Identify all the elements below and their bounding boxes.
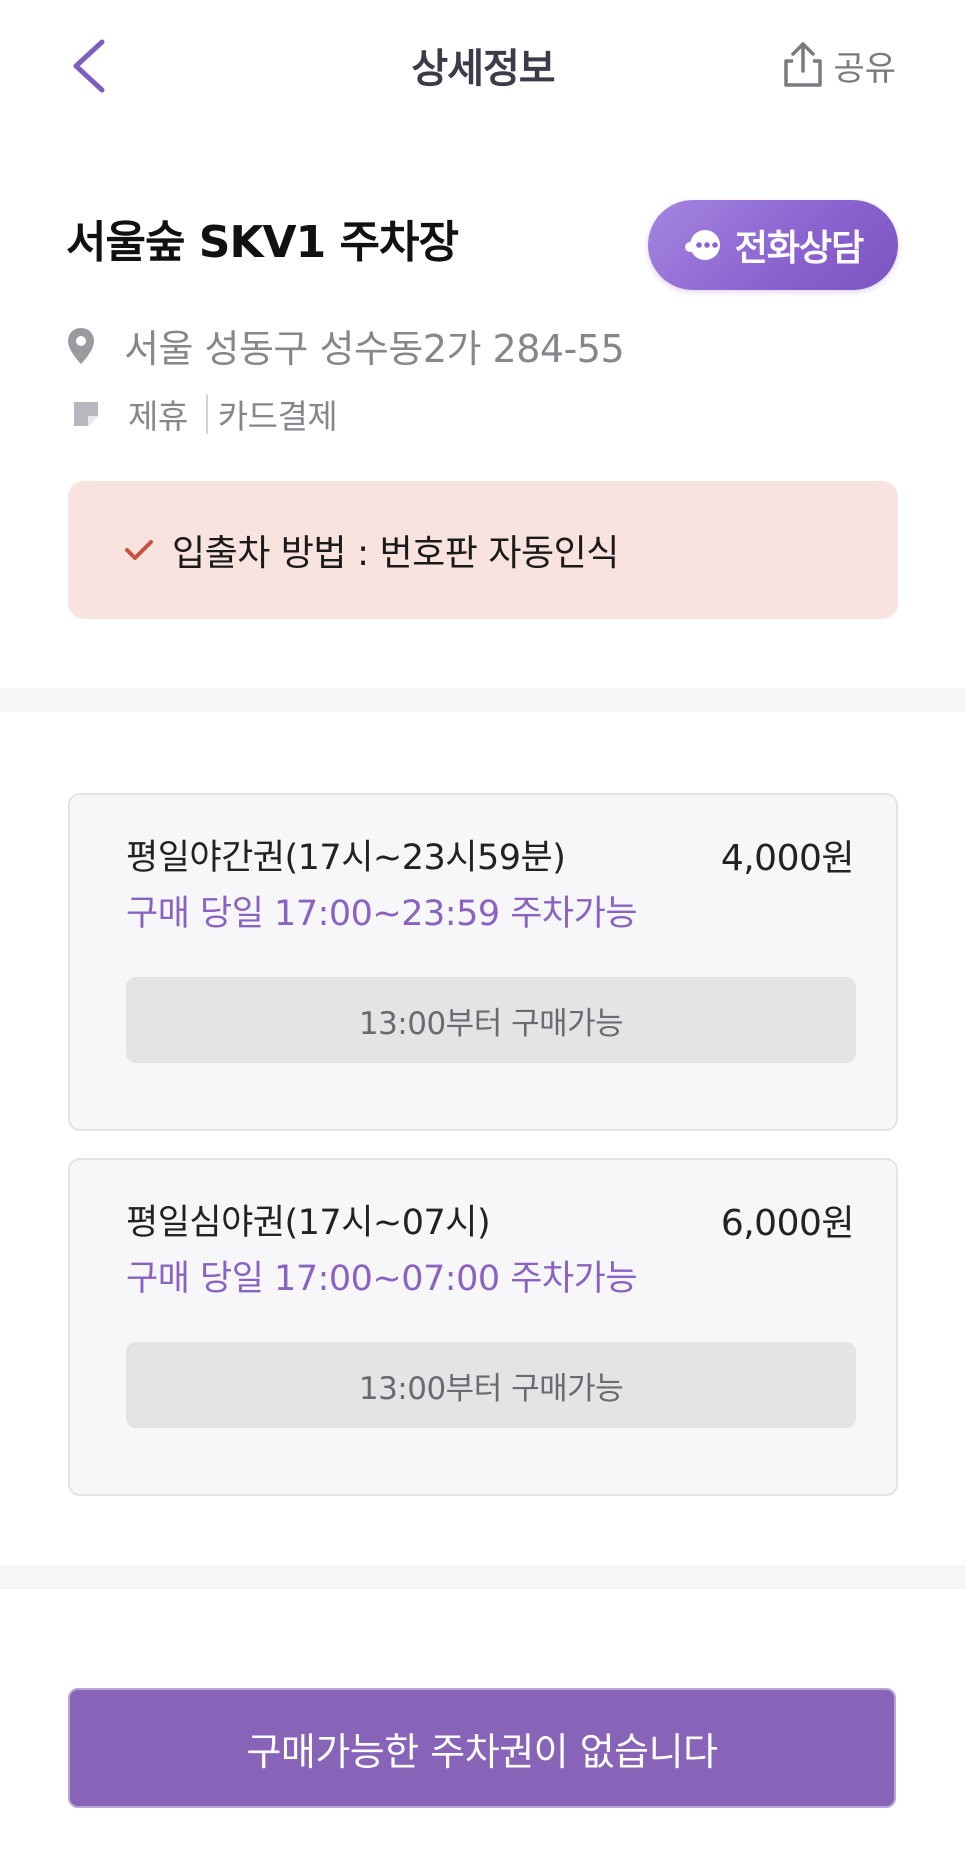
ticket-name: 평일야간권(17시~23시59분) bbox=[126, 838, 566, 878]
call-consult-button[interactable]: 전화상담 bbox=[648, 200, 898, 290]
purchase-unavailable-label: 구매가능한 주차권이 없습니다 bbox=[246, 1729, 718, 1774]
entry-method-notice: 입출차 방법 : 번호판 자동인식 bbox=[68, 481, 898, 619]
ticket-purchase-button[interactable]: 13:00부터 구매가능 bbox=[126, 1342, 856, 1428]
ticket-description: 구매 당일 17:00~07:00 주차가능 bbox=[126, 1259, 638, 1299]
ticket-price: 6,000원 bbox=[720, 1203, 855, 1244]
ticket-purchase-label: 13:00부터 구매가능 bbox=[358, 1370, 624, 1407]
share-icon bbox=[784, 42, 823, 87]
call-consult-label: 전화상담 bbox=[734, 228, 864, 269]
section-divider bbox=[0, 688, 966, 712]
check-icon bbox=[125, 540, 153, 560]
ticket-name: 평일심야권(17시~07시) bbox=[126, 1203, 491, 1243]
purchase-unavailable-button[interactable]: 구매가능한 주차권이 없습니다 bbox=[68, 1688, 896, 1808]
tag-card-payment: 카드결제 bbox=[217, 397, 338, 436]
address-text: 서울 성동구 성수동2가 284-55 bbox=[124, 327, 625, 371]
ticket-purchase-label: 13:00부터 구매가능 bbox=[358, 1005, 624, 1042]
sticky-note-icon bbox=[74, 402, 98, 426]
share-label: 공유 bbox=[833, 48, 896, 89]
ticket-purchase-button[interactable]: 13:00부터 구매가능 bbox=[126, 977, 856, 1063]
address-row: 서울 성동구 성수동2가 284-55 bbox=[66, 318, 625, 373]
section-divider bbox=[0, 1565, 966, 1589]
share-button[interactable]: 공유 bbox=[781, 40, 896, 90]
tags-row: 제휴 카드결제 bbox=[70, 390, 338, 438]
ticket-card: 평일야간권(17시~23시59분) 4,000원 구매 당일 17:00~23:… bbox=[68, 793, 898, 1131]
top-app-bar: 상세정보 공유 bbox=[0, 0, 966, 130]
ticket-description: 구매 당일 17:00~23:59 주차가능 bbox=[126, 894, 638, 934]
tag-divider bbox=[205, 394, 208, 434]
ticket-price: 4,000원 bbox=[720, 838, 855, 879]
location-pin-icon bbox=[68, 327, 94, 364]
ticket-card: 평일심야권(17시~07시) 6,000원 구매 당일 17:00~07:00 … bbox=[68, 1158, 898, 1496]
entry-method-text: 입출차 방법 : 번호판 자동인식 bbox=[172, 533, 619, 574]
parking-lot-name: 서울숲 SKV1 주차장 bbox=[66, 217, 459, 268]
headset-chat-icon bbox=[684, 230, 720, 260]
tag-partner: 제휴 bbox=[128, 397, 188, 436]
